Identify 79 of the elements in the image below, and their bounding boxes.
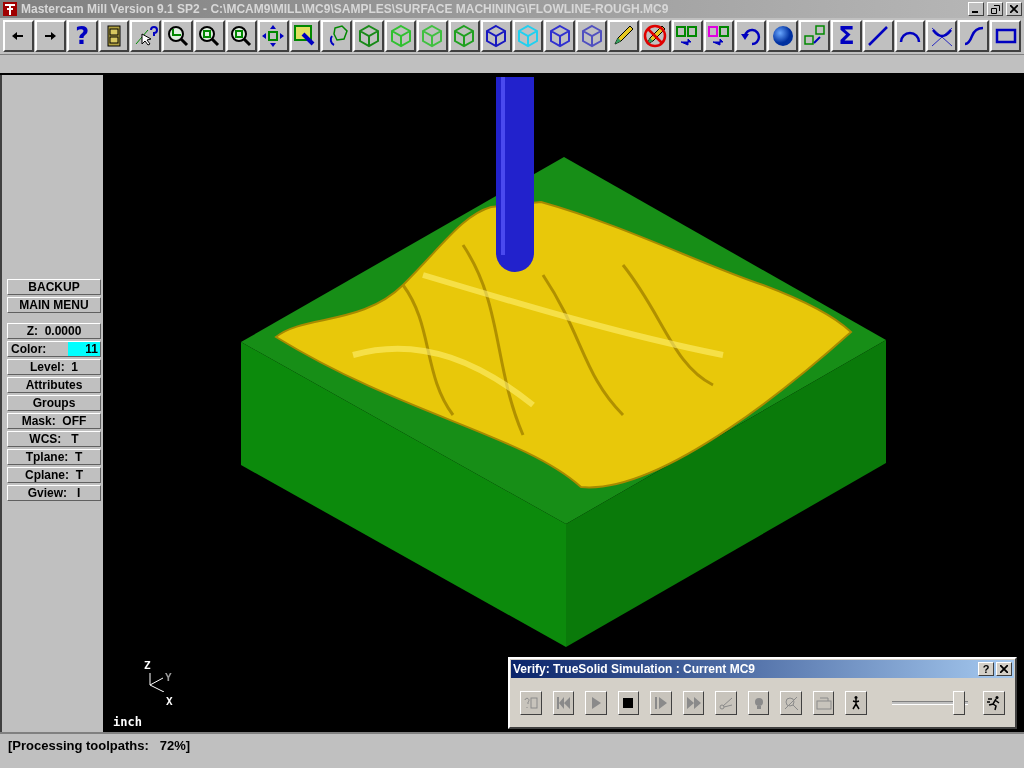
toolbar-button[interactable] — [703, 20, 735, 52]
toolbar-button[interactable] — [990, 20, 1021, 52]
window-title: Mastercam Mill Version 9.1 SP2 - C:\MCAM9\MILL\MC9\SAMPLES\SURFACE MACHINING\FLOWLINE-ROUGH.MC9 — [21, 2, 670, 16]
toolbar-button[interactable] — [767, 20, 799, 52]
menu-button[interactable]: Attributes — [7, 377, 101, 393]
toolbar-button[interactable] — [130, 20, 162, 52]
toolbar-button[interactable] — [34, 20, 66, 52]
toolbar-button[interactable] — [257, 20, 289, 52]
slider-thumb[interactable] — [953, 691, 965, 715]
axis-label: Z — [144, 659, 151, 672]
translate-icon — [707, 24, 731, 48]
toolbar-button[interactable] — [862, 20, 894, 52]
menu-button[interactable]: Color: 11 — [7, 341, 101, 357]
simulation-button[interactable] — [617, 691, 640, 715]
color-swatch: 11 — [68, 342, 100, 356]
toolbar-button[interactable] — [162, 20, 194, 52]
close-button[interactable] — [996, 662, 1012, 676]
close-button[interactable] — [1006, 2, 1022, 16]
magnifier-icon — [197, 24, 222, 48]
minimize-button[interactable] — [968, 2, 984, 16]
toolbar-button[interactable] — [639, 20, 671, 52]
status-text: [Processing toolpaths: 72%] — [0, 732, 1024, 768]
menu-label: Color: — [11, 342, 48, 356]
cubes-icon — [802, 24, 827, 48]
line-icon — [866, 24, 891, 48]
magnifier-icon — [165, 24, 190, 48]
toolbar-button[interactable] — [321, 20, 353, 52]
step-icon — [652, 695, 669, 711]
toolbar-button[interactable] — [289, 20, 321, 52]
magnifier-icon — [229, 24, 254, 48]
toolbar-button[interactable] — [671, 20, 703, 52]
axis-label: X — [166, 695, 173, 708]
rewind-icon — [555, 695, 572, 711]
toolbar-button[interactable] — [894, 20, 926, 52]
toolbar-button[interactable] — [225, 20, 257, 52]
toolbar-button[interactable] — [958, 20, 990, 52]
toolbar-button[interactable]: ? — [66, 20, 98, 52]
toolbar-button[interactable] — [926, 20, 958, 52]
axis-label: Y — [165, 671, 172, 684]
menu-button[interactable]: MAIN MENU — [7, 297, 101, 313]
axis-triad-icon — [149, 673, 165, 692]
scissors-icon — [718, 695, 735, 711]
toolbar-button[interactable] — [735, 20, 767, 52]
simulation-button[interactable] — [983, 691, 1005, 715]
units-label: inch — [113, 715, 142, 729]
pencil-icon — [611, 24, 636, 48]
toolbar-button[interactable] — [799, 20, 830, 52]
toolbar-button[interactable] — [3, 20, 34, 52]
options-icon — [522, 695, 539, 711]
menu-button[interactable]: Mask: OFF — [7, 413, 101, 429]
translate-icon — [675, 24, 700, 48]
simulation-button[interactable] — [845, 691, 867, 715]
toolbar-button[interactable] — [194, 20, 225, 52]
fast-forward-icon — [685, 695, 702, 711]
toolbar-button[interactable] — [98, 20, 130, 52]
close-icon — [1010, 5, 1018, 13]
menu-button[interactable]: Gview: I — [7, 485, 101, 501]
menu-button[interactable]: Cplane: T — [7, 467, 101, 483]
app-icon — [2, 1, 18, 17]
sphere-icon — [770, 24, 795, 48]
menu-button[interactable]: Tplane: T — [7, 449, 101, 465]
zoom-icon — [783, 695, 800, 711]
pointer-icon — [133, 24, 158, 48]
brush-icon — [293, 24, 317, 48]
pan-arrows-icon — [261, 24, 286, 48]
restore-icon — [990, 4, 1000, 14]
menu-button[interactable]: WCS: T — [7, 431, 101, 447]
dialog-title: Verify: TrueSolid Simulation : Current MC9 — [513, 662, 757, 676]
no-pencil-icon — [643, 24, 668, 48]
menu-button[interactable]: Level: 1 — [7, 359, 101, 375]
toolbar-button[interactable]: Σ — [830, 20, 862, 52]
menu-button[interactable]: Z: 0.0000 — [7, 323, 101, 339]
help-button[interactable]: ? — [978, 662, 994, 676]
menu-button[interactable]: Groups — [7, 395, 101, 411]
machine-icon — [815, 695, 832, 711]
menu-button[interactable]: BACKUP — [7, 279, 101, 295]
close-icon — [1000, 664, 1008, 673]
toolbar-button[interactable] — [608, 20, 639, 52]
restore-button[interactable] — [987, 2, 1003, 16]
